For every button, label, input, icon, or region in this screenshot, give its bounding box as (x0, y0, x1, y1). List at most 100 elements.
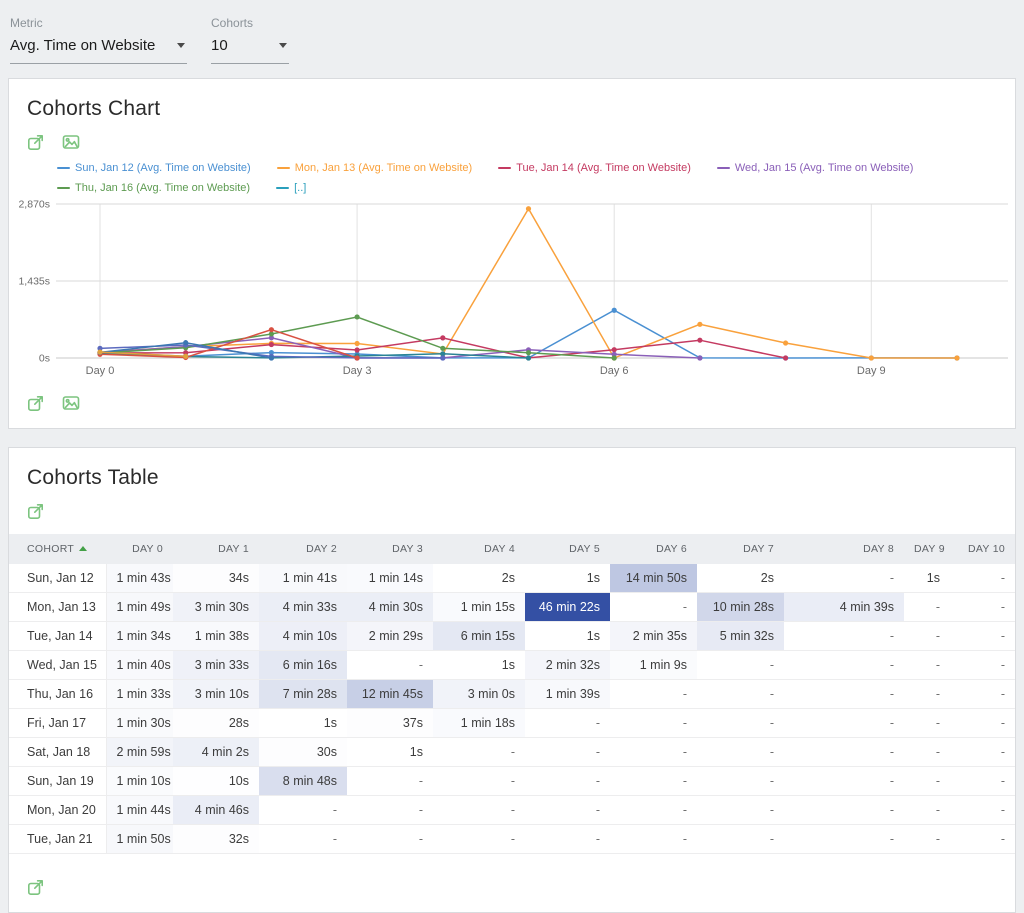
cohort-value-cell: - (697, 767, 784, 796)
cohort-name-cell: Sun, Jan 19 (9, 767, 106, 796)
chart-svg: 0s1,435s2,870sDay 0Day 3Day 6Day 9 (12, 194, 1012, 380)
chart-data-point (440, 346, 445, 351)
cohort-value-cell: - (784, 651, 904, 680)
cohort-value-cell: 3 min 30s (173, 593, 259, 622)
column-header-day[interactable]: DAY 1 (173, 534, 259, 564)
cohort-value-cell: 2s (433, 564, 525, 593)
cohort-name-cell: Mon, Jan 13 (9, 593, 106, 622)
cohort-value-cell: - (433, 767, 525, 796)
cohort-value-cell: - (950, 767, 1015, 796)
cohort-name-cell: Mon, Jan 20 (9, 796, 106, 825)
cohort-value-cell: - (525, 709, 610, 738)
legend-item[interactable]: [..] (276, 182, 306, 194)
legend-series-label: Thu, Jan 16 (Avg. Time on Website) (75, 182, 250, 194)
cohort-value-cell: 2s (697, 564, 784, 593)
column-header-day[interactable]: DAY 9 (904, 534, 950, 564)
cohort-value-cell: - (433, 796, 525, 825)
cohort-value-cell: - (697, 680, 784, 709)
cohort-value-cell: - (950, 738, 1015, 767)
column-header-day[interactable]: DAY 0 (106, 534, 173, 564)
metric-select[interactable]: Avg. Time on Website (10, 37, 187, 64)
cohort-value-cell: - (610, 767, 697, 796)
legend-series-dash (57, 187, 70, 189)
cohort-value-cell: 30s (259, 738, 347, 767)
metric-label: Metric (10, 16, 187, 30)
column-header-day[interactable]: DAY 2 (259, 534, 347, 564)
cohort-value-cell: 1 min 50s (106, 825, 173, 854)
cohort-value-cell: 10 min 28s (697, 593, 784, 622)
column-header-day[interactable]: DAY 8 (784, 534, 904, 564)
column-header-day[interactable]: DAY 5 (525, 534, 610, 564)
chart-data-point (97, 349, 102, 354)
legend-item[interactable]: Sun, Jan 12 (Avg. Time on Website) (57, 162, 251, 174)
cohort-value-cell: - (525, 796, 610, 825)
cohort-value-cell: 1s (525, 622, 610, 651)
cohort-value-cell: 32s (173, 825, 259, 854)
cohort-value-cell: - (950, 680, 1015, 709)
legend-item[interactable]: Tue, Jan 14 (Avg. Time on Website) (498, 162, 691, 174)
cohort-value-cell: - (904, 738, 950, 767)
column-header-day[interactable]: DAY 6 (610, 534, 697, 564)
export-icon[interactable] (27, 394, 45, 412)
cohort-value-cell: 1 min 39s (525, 680, 610, 709)
chart-data-point (355, 341, 360, 346)
cohort-name-cell: Sat, Jan 18 (9, 738, 106, 767)
table-row: Tue, Jan 141 min 34s1 min 38s4 min 10s2 … (9, 622, 1015, 651)
column-header-label: DAY 1 (218, 543, 249, 555)
cohort-value-cell: 1 min 44s (106, 796, 173, 825)
cohort-name-cell: Thu, Jan 16 (9, 680, 106, 709)
legend-item[interactable]: Wed, Jan 15 (Avg. Time on Website) (717, 162, 914, 174)
table-row: Sun, Jan 121 min 43s34s1 min 41s1 min 14… (9, 564, 1015, 593)
cohorts-table-card: Cohorts Table COHORTDAY 0DAY 1DAY 2DAY 3… (8, 447, 1016, 913)
cohorts-select[interactable]: 10 (211, 37, 289, 64)
cohort-value-cell: - (784, 564, 904, 593)
column-header-day[interactable]: DAY 3 (347, 534, 433, 564)
export-icon[interactable] (27, 133, 45, 151)
chart-data-point (783, 340, 788, 345)
cohort-value-cell: - (904, 651, 950, 680)
chart-data-point (355, 314, 360, 319)
table-bottom-actions (9, 866, 1015, 912)
cohort-value-cell: - (697, 709, 784, 738)
column-header-label: DAY 9 (914, 543, 945, 555)
export-icon[interactable] (27, 502, 45, 520)
cohorts-selected-value: 10 (211, 37, 228, 54)
cohort-value-cell: - (525, 825, 610, 854)
legend-item[interactable]: Thu, Jan 16 (Avg. Time on Website) (57, 182, 250, 194)
cohort-value-cell: - (784, 709, 904, 738)
legend-item[interactable]: Mon, Jan 13 (Avg. Time on Website) (277, 162, 473, 174)
cohort-value-cell: - (904, 767, 950, 796)
column-header-day[interactable]: DAY 4 (433, 534, 525, 564)
svg-text:Day 0: Day 0 (86, 365, 115, 377)
cohort-value-cell: 34s (173, 564, 259, 593)
column-header-day[interactable]: DAY 7 (697, 534, 784, 564)
cohort-value-cell: - (525, 767, 610, 796)
chart-data-point (526, 350, 531, 355)
cohort-value-cell: 1s (904, 564, 950, 593)
legend-series-label: Wed, Jan 15 (Avg. Time on Website) (735, 162, 914, 174)
cohort-value-cell: - (259, 825, 347, 854)
cohort-value-cell: 1 min 43s (106, 564, 173, 593)
cohort-value-cell: 2 min 59s (106, 738, 173, 767)
cohort-value-cell: 1s (433, 651, 525, 680)
cohort-value-cell: - (950, 825, 1015, 854)
column-header-day[interactable]: DAY 10 (950, 534, 1015, 564)
cohort-name-cell: Tue, Jan 21 (9, 825, 106, 854)
table-row: Sun, Jan 191 min 10s10s8 min 48s-------- (9, 767, 1015, 796)
svg-text:Day 9: Day 9 (857, 365, 886, 377)
cohort-value-cell: 1 min 15s (433, 593, 525, 622)
chart-data-point (355, 355, 360, 360)
cohort-value-cell: - (950, 709, 1015, 738)
cohort-value-cell: 1 min 38s (173, 622, 259, 651)
cohort-value-cell: 4 min 46s (173, 796, 259, 825)
image-export-icon[interactable] (62, 133, 80, 151)
cohort-name-cell: Tue, Jan 14 (9, 622, 106, 651)
export-icon[interactable] (27, 878, 45, 896)
cohort-value-cell: - (904, 622, 950, 651)
column-header-cohort[interactable]: COHORT (9, 534, 106, 564)
cohorts-label: Cohorts (211, 16, 289, 30)
cohort-value-cell: 2 min 35s (610, 622, 697, 651)
cohort-value-cell: - (610, 738, 697, 767)
metric-selected-value: Avg. Time on Website (10, 37, 155, 54)
image-export-icon[interactable] (62, 394, 80, 412)
